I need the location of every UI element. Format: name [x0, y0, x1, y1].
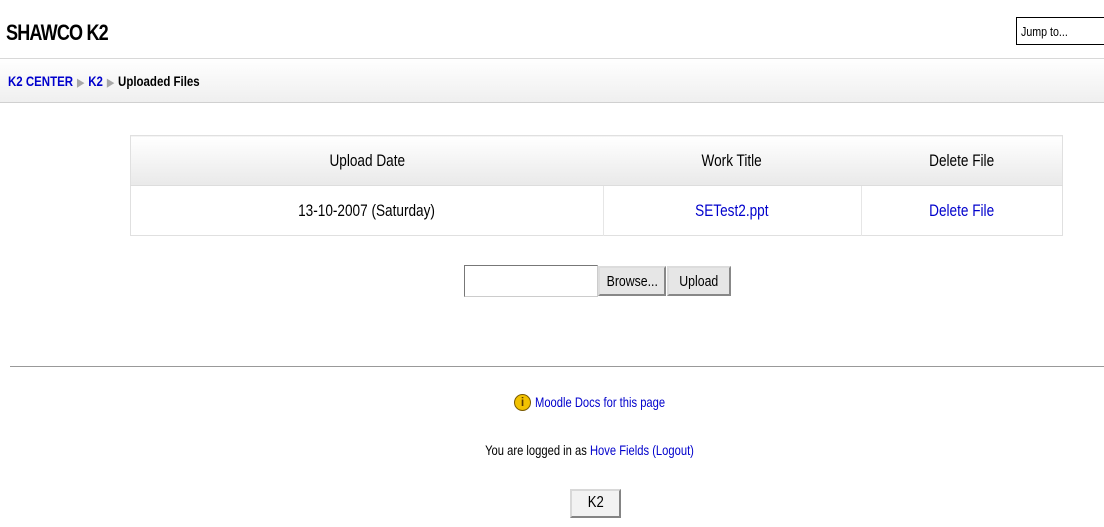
page-header: SHAWCO K2 Jump to... — [0, 0, 1104, 55]
home-k2-button[interactable]: K2 — [570, 489, 621, 518]
work-title-link[interactable]: SETest2.ppt — [695, 201, 768, 221]
moodle-docs: i Moodle Docs for this page — [514, 393, 698, 411]
upload-button[interactable]: Upload — [667, 266, 731, 296]
footer-divider — [10, 366, 1104, 367]
moodle-docs-link[interactable]: Moodle Docs for this page — [535, 394, 665, 410]
site-title: SHAWCO K2 — [6, 20, 109, 45]
column-header-work-title: Work Title — [603, 135, 861, 186]
table-header-row: Upload Date Work Title Delete File — [130, 135, 1063, 186]
jump-to-label: Jump to... — [1021, 24, 1068, 39]
jump-to-select[interactable]: Jump to... — [1016, 17, 1104, 45]
browse-button[interactable]: Browse... — [598, 266, 666, 296]
file-path-input[interactable] — [464, 265, 598, 297]
logout-link[interactable]: (Logout) — [653, 442, 695, 458]
breadcrumb-separator-icon: ▶ — [77, 77, 85, 89]
breadcrumb-current: Uploaded Files — [118, 73, 200, 89]
info-icon: i — [514, 393, 531, 411]
login-prefix: You are logged in as — [485, 442, 588, 458]
delete-file-cell: Delete File — [861, 186, 1063, 236]
user-name-link[interactable]: Hove Fields — [590, 442, 649, 458]
breadcrumb-k2-center[interactable]: K2 CENTER — [8, 73, 73, 89]
login-info: You are logged in as Hove Fields (Logout… — [0, 442, 1104, 458]
work-title-cell: SETest2.ppt — [603, 185, 862, 236]
upload-date-cell: 13-10-2007 (Saturday) — [130, 185, 604, 236]
breadcrumb: K2 CENTER ▶ K2 ▶ Uploaded Files — [8, 73, 200, 89]
table-row: 13-10-2007 (Saturday) SETest2.ppt Delete… — [130, 185, 1063, 236]
breadcrumb-separator-icon: ▶ — [107, 77, 114, 89]
uploaded-files-table: Upload Date Work Title Delete File 13-10… — [130, 135, 1063, 236]
column-header-delete-file: Delete File — [861, 135, 1063, 186]
column-header-upload-date: Upload Date — [130, 135, 603, 186]
breadcrumb-k2[interactable]: K2 — [88, 73, 103, 89]
navbar: K2 CENTER ▶ K2 ▶ Uploaded Files — [0, 58, 1104, 103]
delete-file-link[interactable]: Delete File — [929, 201, 994, 221]
